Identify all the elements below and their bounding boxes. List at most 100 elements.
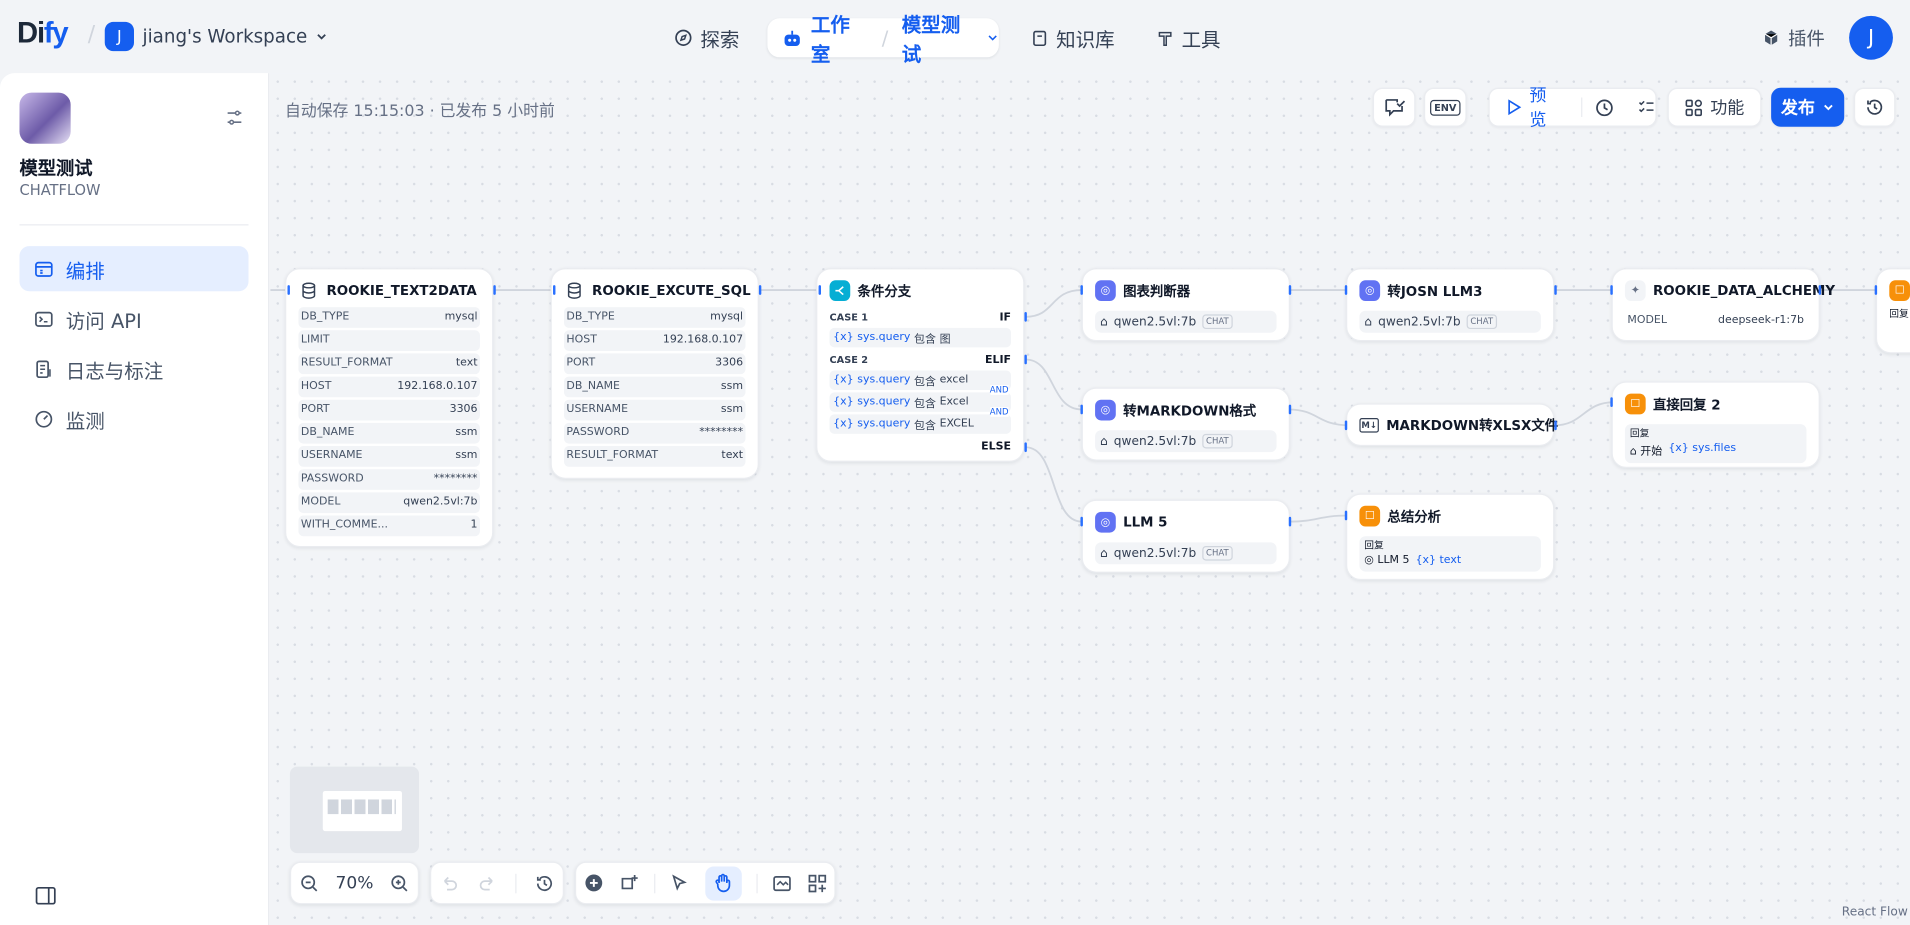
field-row: USERNAME ssm (298, 446, 480, 467)
markdown-icon: M↓ (1359, 418, 1379, 433)
node-rookie-data-alchemy[interactable]: ✦ ROOKIE_DATA_ALCHEMY MODEL deepseek-r1:7b (1611, 268, 1835, 342)
node-rookie-execute-sql[interactable]: ROOKIE_EXCUTE_SQL DB_TYPE mysql HOST 192.1… (550, 268, 759, 479)
minimap[interactable] (289, 766, 420, 854)
model-badge: ⌂ qwen2.5vl:7b CHAT (1359, 310, 1541, 333)
features-button[interactable]: 功能 (1667, 87, 1762, 127)
node-partial-answer[interactable]: ☐ 回复 (1875, 268, 1910, 354)
node-output-handle[interactable] (1288, 404, 1292, 415)
export-image-icon[interactable] (773, 873, 792, 892)
chat-check-icon (1384, 99, 1405, 117)
toolbar-divider (756, 873, 758, 893)
edge (1554, 401, 1614, 427)
preview-button[interactable]: 预览 (1529, 83, 1562, 132)
field-row: RESULT_FORMAT text (563, 446, 746, 467)
node-input-handle[interactable] (1344, 510, 1348, 521)
toolbar-divider (654, 873, 656, 893)
zoom-controls: 70% (289, 861, 420, 905)
node-output-handle[interactable] (1024, 354, 1027, 365)
field-row: PORT 3306 (298, 399, 480, 421)
case-header: CASE 1 IF (829, 311, 1012, 324)
node-output-handle[interactable] (1024, 311, 1027, 322)
node-output-handle[interactable] (1288, 516, 1292, 527)
tool-icon (563, 280, 585, 302)
edge (1288, 514, 1349, 523)
field-row: PASSWORD ******** (298, 469, 480, 490)
node-input-handle[interactable] (1344, 285, 1348, 295)
node-output-handle[interactable] (1554, 420, 1557, 431)
node-input-handle[interactable] (1610, 285, 1613, 295)
node-input-handle[interactable] (1080, 516, 1083, 527)
add-note-icon[interactable] (619, 873, 638, 892)
node-input-handle[interactable] (1080, 404, 1083, 415)
checklist-icon[interactable] (1637, 97, 1656, 116)
zoom-out-icon[interactable] (299, 873, 318, 892)
case-header: CASE 2 ELIF (829, 354, 1012, 367)
checklist-button[interactable] (1372, 87, 1416, 127)
hand-tool-button[interactable] (704, 865, 742, 901)
add-node-icon[interactable] (584, 873, 605, 894)
node-output-handle[interactable] (1818, 285, 1822, 295)
zoom-level[interactable]: 70% (336, 873, 374, 892)
env-icon: ENV (1430, 99, 1461, 116)
node-output-handle[interactable] (1554, 285, 1557, 295)
node-output-handle[interactable] (758, 285, 762, 295)
run-group: 预览 (1488, 87, 1657, 130)
env-button[interactable]: ENV (1423, 87, 1467, 127)
llm-icon: ◎ (1095, 511, 1116, 533)
node-output-handle[interactable] (493, 285, 496, 295)
node-title: 总结分析 (1387, 508, 1442, 525)
node-markdown-to-xlsx[interactable]: M↓ MARKDOWN转XLSX文件 (1346, 403, 1558, 447)
field-row: LIMIT (298, 330, 480, 351)
node-output-handle[interactable] (1024, 442, 1027, 453)
publish-button[interactable]: 发布 (1771, 87, 1845, 127)
node-if-else[interactable]: 条件分支 CASE 1 IF {x} sys.query 包含图 CASE 2 ELIF… (816, 268, 1025, 462)
node-title: 图表判断器 (1123, 283, 1191, 300)
history-run-icon[interactable] (1595, 97, 1615, 118)
node-title: ROOKIE_TEXT2DATA (326, 282, 477, 299)
minimap-nodes (327, 799, 396, 815)
node-chart-judge[interactable]: ◎ 图表判断器 ⌂ qwen2.5vl:7b CHAT (1081, 268, 1290, 342)
field-row: DB_TYPE mysql (563, 307, 746, 328)
apps-icon (1685, 99, 1703, 116)
toolbar-divider (1581, 97, 1583, 117)
field-row: RESULT_FORMAT text (298, 353, 480, 375)
node-output-handle[interactable] (1288, 285, 1292, 295)
version-history-button[interactable] (1853, 87, 1896, 127)
edge (1025, 446, 1082, 523)
node-llm-5[interactable]: ◎ LLM 5 ⌂ qwen2.5vl:7b CHAT (1081, 499, 1290, 573)
node-input-handle[interactable] (1344, 420, 1348, 431)
edge (1025, 289, 1082, 318)
node-to-json-llm3[interactable]: ◎ 转JOSN LLM3 ⌂ qwen2.5vl:7b CHAT (1346, 268, 1555, 342)
play-icon[interactable] (1507, 99, 1522, 116)
tool-icon: ✦ (1624, 280, 1646, 302)
node-input-handle[interactable] (1080, 285, 1083, 295)
else-branch: ELSE (981, 440, 1012, 453)
node-direct-reply-2[interactable]: ☐ 直接回复 2 回复 ⌂ 开始 {x} sys.files (1611, 381, 1820, 468)
model-badge: ⌂ qwen2.5vl:7b CHAT (1095, 542, 1277, 565)
branch-icon (829, 280, 851, 302)
node-rookie-text2data[interactable]: ROOKIE_TEXT2DATA DB_TYPE mysql LIMIT RESU… (285, 268, 494, 548)
node-input-handle[interactable] (818, 285, 822, 295)
node-title: ROOKIE_EXCUTE_SQL (592, 282, 751, 299)
zoom-in-icon[interactable] (390, 873, 409, 892)
node-to-markdown[interactable]: ◎ 转MARKDOWN格式 ⌂ qwen2.5vl:7b CHAT (1081, 387, 1290, 461)
node-input-handle[interactable] (1874, 285, 1878, 295)
pointer-icon[interactable] (670, 873, 689, 892)
node-summary-analysis[interactable]: ☐ 总结分析 回复 ◎ LLM 5 {x} text (1346, 493, 1555, 581)
condition-row: {x} sys.query 包含 EXCEL AND (829, 407, 1012, 434)
node-input-handle[interactable] (287, 285, 290, 295)
answer-icon: ☐ (1889, 280, 1910, 302)
field-row: WITH_COMME... 1 (298, 515, 480, 537)
redo-icon[interactable] (478, 873, 497, 892)
answer-label: 回复 (1889, 308, 1909, 320)
undo-icon[interactable] (440, 873, 459, 892)
node-input-handle[interactable] (553, 285, 556, 295)
react-flow-attribution[interactable]: React Flow (1842, 906, 1908, 919)
layout-organize-icon[interactable] (807, 873, 826, 892)
model-badge: ⌂ qwen2.5vl:7b CHAT (1095, 310, 1277, 333)
node-title: 转MARKDOWN格式 (1123, 402, 1257, 419)
history-icon[interactable] (534, 873, 553, 892)
node-input-handle[interactable] (1610, 397, 1613, 408)
edge (1025, 358, 1082, 411)
condition-row: {x} sys.query 包含图 (829, 327, 1012, 348)
